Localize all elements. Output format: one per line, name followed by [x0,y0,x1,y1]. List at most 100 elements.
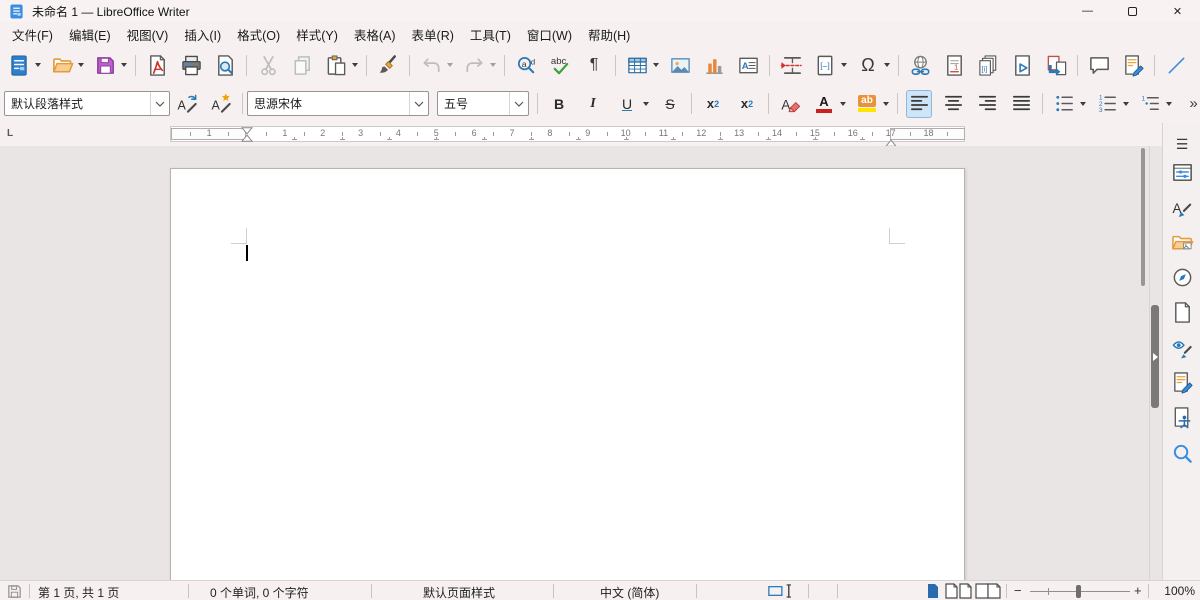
bullet-list-dropdown[interactable] [1078,90,1088,118]
italic-button[interactable]: I [580,90,606,118]
zoom-in-button[interactable]: + [1134,583,1142,598]
paste-dropdown[interactable] [350,51,360,79]
copy-button[interactable] [289,51,315,79]
clone-formatting-button[interactable] [375,51,401,79]
vertical-scrollbar-thumb[interactable] [1141,148,1145,286]
document-page[interactable] [170,168,965,588]
page-style-status[interactable]: 默认页面样式 [423,584,495,600]
export-pdf-button[interactable] [144,51,170,79]
outline-list-dropdown[interactable] [1164,90,1174,118]
sidebar-page-button[interactable] [1169,299,1195,325]
single-page-view-button[interactable] [926,583,940,599]
maximize-button[interactable] [1110,1,1155,21]
open-button[interactable] [49,51,75,79]
sidebar-style-inspector-button[interactable] [1169,334,1195,360]
outline-list-button[interactable]: 1 [1137,90,1163,118]
close-button[interactable]: ✕ [1155,1,1200,21]
subscript-button[interactable]: x2 [734,90,760,118]
sidebar-navigator-button[interactable] [1169,264,1195,290]
menu-i[interactable]: 插入(I) [176,22,229,47]
undo-dropdown[interactable] [445,51,455,79]
font-name-combobox[interactable]: 思源宋体 [247,91,429,116]
print-preview-button[interactable] [212,51,238,79]
menu-v[interactable]: 视图(V) [119,22,177,47]
sidebar-properties-button[interactable] [1169,159,1195,185]
zoom-level-label[interactable]: 100% [1155,584,1195,598]
multi-page-view-button[interactable] [945,583,972,599]
insert-chart-button[interactable] [701,51,727,79]
insert-bookmark-button[interactable] [1009,51,1035,79]
insert-field-button[interactable]: [–] [812,51,838,79]
font-color-button[interactable]: A [811,90,837,118]
redo-button[interactable] [461,51,487,79]
underline-button[interactable]: U [614,90,640,118]
new-document-dropdown[interactable] [33,51,43,79]
underline-dropdown[interactable] [641,90,651,118]
track-changes-button[interactable] [1120,51,1146,79]
insert-comment-button[interactable] [1086,51,1112,79]
update-style-button[interactable]: A [174,90,200,118]
align-center-button[interactable] [940,90,966,118]
redo-dropdown[interactable] [488,51,498,79]
sidebar-manage-changes-button[interactable] [1169,369,1195,395]
undo-button[interactable] [418,51,444,79]
highlight-color-button[interactable]: ab [854,90,880,118]
font-size-dropdown[interactable] [509,92,528,115]
spellcheck-button[interactable]: abc [547,51,573,79]
insert-image-button[interactable] [667,51,693,79]
insert-footnote-button[interactable]: 1 [941,51,967,79]
find-replace-button[interactable]: ad [513,51,539,79]
align-left-button[interactable] [906,90,932,118]
page-number-status[interactable]: 第 1 页, 共 1 页 [38,584,119,600]
numbered-list-button[interactable]: 123 [1094,90,1120,118]
menu-e[interactable]: 编辑(E) [61,22,119,47]
font-size-combobox[interactable]: 五号 [437,91,529,116]
minimize-button[interactable]: — [1065,1,1110,21]
insert-endnote-button[interactable]: [i] [975,51,1001,79]
formatbar-overflow-button[interactable]: » [1180,90,1200,118]
insert-textbox-button[interactable]: A [735,51,761,79]
menu-o[interactable]: 格式(O) [229,22,288,47]
menu-a[interactable]: 表格(A) [346,22,404,47]
selection-mode-icon[interactable] [768,583,794,599]
paste-button[interactable] [323,51,349,79]
bold-button[interactable]: B [546,90,572,118]
zoom-out-button[interactable]: − [1014,583,1022,598]
language-status[interactable]: 中文 (简体) [600,584,659,600]
bullet-list-button[interactable] [1051,90,1077,118]
insert-table-dropdown[interactable] [651,51,661,79]
menu-h[interactable]: 帮助(H) [580,22,638,47]
insert-field-dropdown[interactable] [839,51,849,79]
insert-hyperlink-button[interactable] [907,51,933,79]
sidebar-settings-button[interactable]: ☰ [1169,131,1195,157]
menu-t[interactable]: 工具(T) [462,22,519,47]
sidebar-gallery-button[interactable] [1169,229,1195,255]
paragraph-style-dropdown[interactable] [150,92,169,115]
word-count-status[interactable]: 0 个单词, 0 个字符 [210,584,309,600]
insert-table-button[interactable] [624,51,650,79]
menu-w[interactable]: 窗口(W) [519,22,580,47]
indent-marker-left[interactable] [241,127,253,147]
special-character-button[interactable]: Ω [855,51,881,79]
menu-r[interactable]: 表单(R) [404,22,462,47]
highlight-color-dropdown[interactable] [881,90,891,118]
special-character-dropdown[interactable] [882,51,892,79]
open-dropdown[interactable] [76,51,86,79]
sidebar-hide-grip[interactable] [1151,305,1159,408]
sidebar-find-button[interactable] [1169,440,1195,466]
insert-cross-reference-button[interactable] [1043,51,1069,79]
strikethrough-button[interactable]: S [657,90,683,118]
print-button[interactable] [178,51,204,79]
clear-formatting-button[interactable]: A [777,90,803,118]
save-button[interactable] [92,51,118,79]
zoom-slider-handle[interactable] [1076,585,1081,598]
paragraph-style-combobox[interactable]: 默认段落样式 [4,91,170,116]
superscript-button[interactable]: x2 [700,90,726,118]
menu-f[interactable]: 文件(F) [4,22,61,47]
book-view-button[interactable] [974,583,1002,599]
tab-stop-selector[interactable]: L [7,129,13,139]
numbered-list-dropdown[interactable] [1121,90,1131,118]
save-dropdown[interactable] [119,51,129,79]
formatting-marks-button[interactable]: ¶ [581,51,607,79]
insert-page-break-button[interactable] [778,51,804,79]
